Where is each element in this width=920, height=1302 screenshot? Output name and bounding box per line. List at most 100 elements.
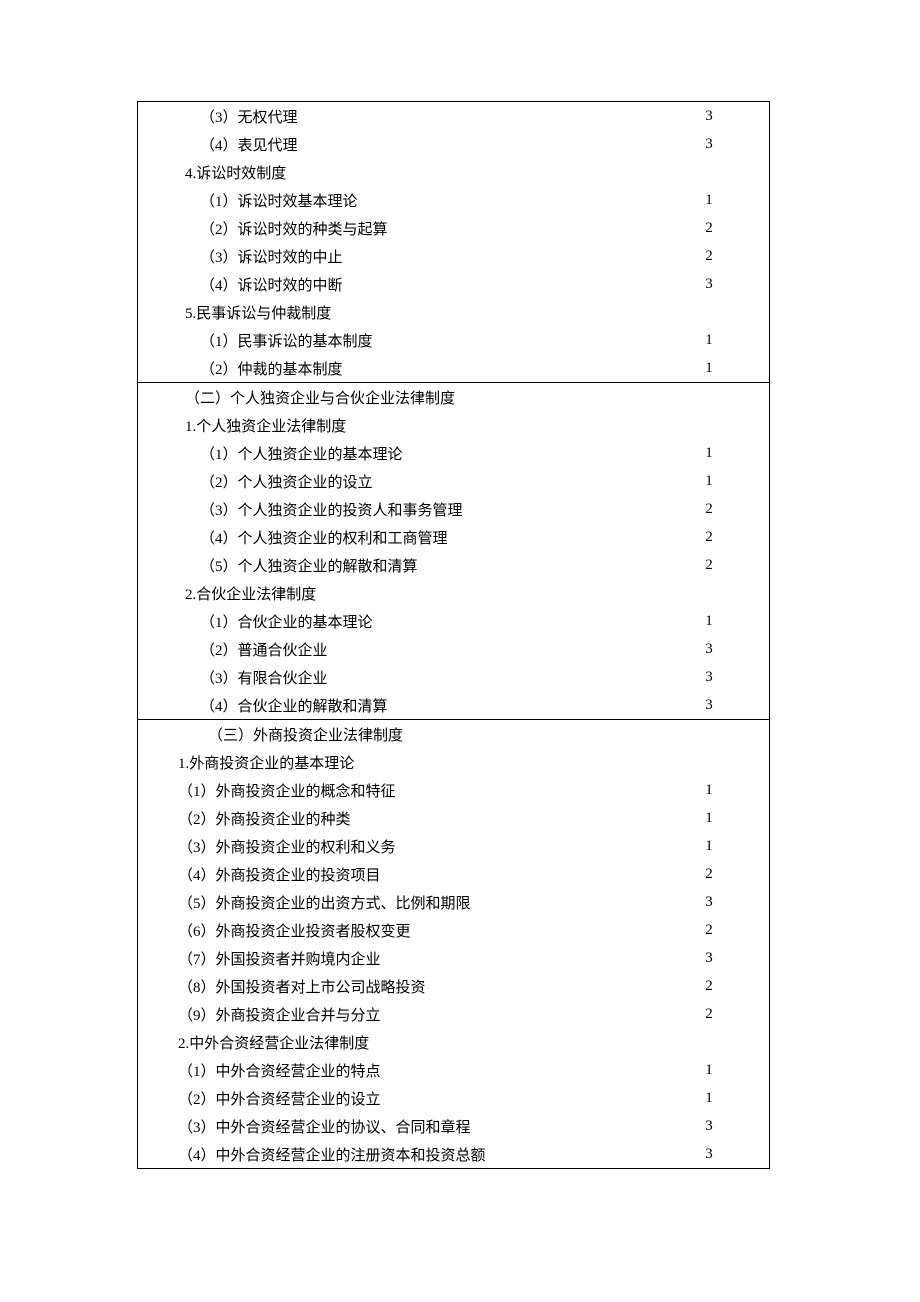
row-text: 1.外商投资企业的基本理论 [138, 752, 649, 773]
row-text: （2）中外合资经营企业的设立 [138, 1088, 649, 1109]
row-number: 3 [649, 108, 769, 125]
table-row: （4）诉讼时效的中断3 [138, 270, 769, 298]
row-text: （3）无权代理 [138, 106, 649, 127]
row-number: 3 [649, 276, 769, 293]
row-number: 1 [649, 1062, 769, 1079]
row-text: （3）中外合资经营企业的协议、合同和章程 [138, 1116, 649, 1137]
table-row: （3）个人独资企业的投资人和事务管理2 [138, 495, 769, 523]
table-row: （2）普通合伙企业3 [138, 635, 769, 663]
row-number: 2 [649, 1006, 769, 1023]
row-text: 4.诉讼时效制度 [138, 162, 649, 183]
row-text: （2）仲裁的基本制度 [138, 358, 649, 379]
table-row: （4）表见代理3 [138, 130, 769, 158]
table-row: （1）民事诉讼的基本制度1 [138, 326, 769, 354]
row-number: 2 [649, 501, 769, 518]
table-row: （二）个人独资企业与合伙企业法律制度 [138, 383, 769, 411]
row-text: （1）中外合资经营企业的特点 [138, 1060, 649, 1081]
table-row: （2）诉讼时效的种类与起算2 [138, 214, 769, 242]
row-text: （3）个人独资企业的投资人和事务管理 [138, 499, 649, 520]
row-number: 3 [649, 669, 769, 686]
table-row: 4.诉讼时效制度 [138, 158, 769, 186]
table-row: （1）外商投资企业的概念和特征1 [138, 776, 769, 804]
table-row: 2.合伙企业法律制度 [138, 579, 769, 607]
row-text: （三）外商投资企业法律制度 [138, 724, 649, 745]
table-row: （2）仲裁的基本制度1 [138, 354, 769, 382]
table-row: 1.外商投资企业的基本理论 [138, 748, 769, 776]
row-text: 2.中外合资经营企业法律制度 [138, 1032, 649, 1053]
row-text: （2）普通合伙企业 [138, 639, 649, 660]
row-number: 1 [649, 782, 769, 799]
row-number: 2 [649, 866, 769, 883]
row-text: （1）民事诉讼的基本制度 [138, 330, 649, 351]
table-row: （3）无权代理3 [138, 102, 769, 130]
outline-table: （3）无权代理3（4）表见代理34.诉讼时效制度（1）诉讼时效基本理论1（2）诉… [137, 101, 770, 1169]
row-number: 2 [649, 529, 769, 546]
row-number: 1 [649, 473, 769, 490]
row-text: （1）外商投资企业的概念和特征 [138, 780, 649, 801]
row-number: 2 [649, 220, 769, 237]
row-text: （3）诉讼时效的中止 [138, 246, 649, 267]
row-text: （1）合伙企业的基本理论 [138, 611, 649, 632]
table-row: （3）中外合资经营企业的协议、合同和章程3 [138, 1112, 769, 1140]
table-row: （1）合伙企业的基本理论1 [138, 607, 769, 635]
row-number: 3 [649, 950, 769, 967]
page: （3）无权代理3（4）表见代理34.诉讼时效制度（1）诉讼时效基本理论1（2）诉… [0, 0, 920, 1302]
row-text: （4）表见代理 [138, 134, 649, 155]
row-text: （1）诉讼时效基本理论 [138, 190, 649, 211]
row-number: 3 [649, 1118, 769, 1135]
table-row: （三）外商投资企业法律制度 [138, 720, 769, 748]
row-text: （6）外商投资企业投资者股权变更 [138, 920, 649, 941]
table-row: （5）外商投资企业的出资方式、比例和期限3 [138, 888, 769, 916]
table-row: （4）合伙企业的解散和清算3 [138, 691, 769, 719]
table-row: （1）中外合资经营企业的特点1 [138, 1056, 769, 1084]
row-number: 1 [649, 332, 769, 349]
table-row: 5.民事诉讼与仲裁制度 [138, 298, 769, 326]
row-text: （4）外商投资企业的投资项目 [138, 864, 649, 885]
row-number: 1 [649, 445, 769, 462]
row-number: 1 [649, 613, 769, 630]
table-row: （7）外国投资者并购境内企业3 [138, 944, 769, 972]
row-number: 1 [649, 1090, 769, 1107]
table-row: （2）中外合资经营企业的设立1 [138, 1084, 769, 1112]
table-row: 2.中外合资经营企业法律制度 [138, 1028, 769, 1056]
table-row: （3）有限合伙企业3 [138, 663, 769, 691]
table-row: （4）外商投资企业的投资项目2 [138, 860, 769, 888]
row-text: （二）个人独资企业与合伙企业法律制度 [138, 387, 649, 408]
row-number: 1 [649, 192, 769, 209]
row-text: （9）外商投资企业合并与分立 [138, 1004, 649, 1025]
table-row: （9）外商投资企业合并与分立2 [138, 1000, 769, 1028]
row-text: 2.合伙企业法律制度 [138, 583, 649, 604]
row-text: （4）个人独资企业的权利和工商管理 [138, 527, 649, 548]
section-group: （三）外商投资企业法律制度 1.外商投资企业的基本理论 （1）外商投资企业的概念和特… [138, 720, 769, 1169]
row-text: （4）合伙企业的解散和清算 [138, 695, 649, 716]
table-row: （3）外商投资企业的权利和义务1 [138, 832, 769, 860]
table-row: （1）个人独资企业的基本理论1 [138, 439, 769, 467]
row-number: 2 [649, 922, 769, 939]
row-number: 3 [649, 136, 769, 153]
row-text: 5.民事诉讼与仲裁制度 [138, 302, 649, 323]
row-text: （2）个人独资企业的设立 [138, 471, 649, 492]
table-row: （4）中外合资经营企业的注册资本和投资总额3 [138, 1140, 769, 1168]
section-group: （3）无权代理3（4）表见代理34.诉讼时效制度（1）诉讼时效基本理论1（2）诉… [138, 102, 769, 383]
table-row: （6）外商投资企业投资者股权变更2 [138, 916, 769, 944]
row-text: 1.个人独资企业法律制度 [138, 415, 649, 436]
row-number: 2 [649, 978, 769, 995]
row-number: 1 [649, 360, 769, 377]
row-text: （3）有限合伙企业 [138, 667, 649, 688]
row-number: 3 [649, 641, 769, 658]
row-text: （5）外商投资企业的出资方式、比例和期限 [138, 892, 649, 913]
row-text: （1）个人独资企业的基本理论 [138, 443, 649, 464]
row-text: （3）外商投资企业的权利和义务 [138, 836, 649, 857]
row-text: （5）个人独资企业的解散和清算 [138, 555, 649, 576]
table-row: （1）诉讼时效基本理论1 [138, 186, 769, 214]
table-row: （5）个人独资企业的解散和清算2 [138, 551, 769, 579]
row-text: （4）中外合资经营企业的注册资本和投资总额 [138, 1144, 649, 1165]
table-row: （8）外国投资者对上市公司战略投资2 [138, 972, 769, 1000]
row-number: 1 [649, 838, 769, 855]
row-text: （7）外国投资者并购境内企业 [138, 948, 649, 969]
row-number: 1 [649, 810, 769, 827]
table-row: （2）外商投资企业的种类1 [138, 804, 769, 832]
row-number: 3 [649, 697, 769, 714]
table-row: 1.个人独资企业法律制度 [138, 411, 769, 439]
row-number: 3 [649, 1146, 769, 1163]
